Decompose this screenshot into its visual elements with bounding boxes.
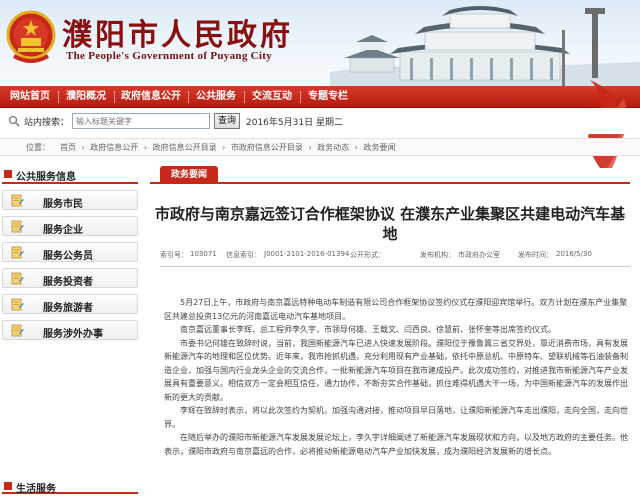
square-bullet-icon: [4, 482, 12, 490]
meta-org-label: 发布机构：: [420, 251, 455, 259]
meta-index: 103071: [190, 250, 217, 258]
site-title: 濮阳市人民政府: [62, 18, 293, 53]
document-icon: [11, 220, 24, 233]
site-subtitle: The People's Government of Puyang City: [66, 50, 273, 62]
article-meta: 索引号： 103071 信息索引： J0001-2101-2016-01394 …: [160, 250, 630, 264]
sidebar-footer-heading: 生活服务: [2, 478, 138, 495]
breadcrumb-link-catalog[interactable]: 政府信息公开目录: [153, 143, 217, 152]
breadcrumb-separator: ›: [354, 143, 358, 152]
breadcrumb-separator: ›: [81, 143, 85, 152]
nav-public-service[interactable]: 公共服务: [190, 86, 242, 108]
article-title: 市政府与南京嘉远签订合作框架协议 在濮东产业集聚区共建电动汽车基地: [154, 205, 626, 243]
breadcrumb-separator: ›: [222, 143, 226, 152]
square-bullet-icon: [4, 170, 12, 178]
nav-overview[interactable]: 濮阳概况: [60, 86, 112, 108]
search-button[interactable]: 查询: [214, 113, 240, 129]
meta-date-label: 发布时间：: [518, 251, 553, 259]
sidebar-item-label: 服务公务员: [43, 251, 93, 262]
breadcrumb-separator: ›: [308, 143, 312, 152]
sidebar-item-label: 服务市民: [43, 199, 83, 210]
article-tab-bar: 政务要闻: [150, 162, 630, 184]
meta-org: 市政府办公室: [458, 251, 500, 259]
nav-divider: [188, 91, 189, 103]
current-date: 2016年5月31日 星期二: [246, 118, 343, 128]
main-nav: 网站首页 濮阳概况 政府信息公开 公共服务 交流互动 专题专栏: [0, 86, 640, 108]
breadcrumb-link-home[interactable]: 首页: [60, 143, 76, 152]
sidebar: 公共服务信息 服务市民 服务企业 服务公务员 服务投资者 服务旅游者 服务涉外办…: [0, 162, 140, 504]
breadcrumb-link-news[interactable]: 政务要闻: [363, 143, 395, 152]
sidebar-item-citizens[interactable]: 服务市民: [2, 190, 138, 210]
document-icon: [11, 194, 24, 207]
sidebar-item-tourists[interactable]: 服务旅游者: [2, 294, 138, 314]
breadcrumb-separator: ›: [143, 143, 148, 152]
tab-news[interactable]: 政务要闻: [160, 166, 218, 184]
breadcrumb-link-affairs[interactable]: 政务动态: [317, 143, 349, 152]
search-label: 站内搜索：: [24, 118, 70, 128]
breadcrumb-link-info[interactable]: 政府信息公开: [90, 143, 138, 152]
sidebar-footer-heading-text: 生活服务: [16, 484, 56, 495]
article-paragraph: 李辉在致辞时表示，将以此次签约为契机，加强沟通对接，推动项目早日落地，让濮阳新能…: [164, 406, 628, 429]
nav-home[interactable]: 网站首页: [4, 86, 56, 108]
site-header: 濮阳市人民政府 The People's Government of Puyan…: [0, 0, 640, 86]
meta-divider: [160, 266, 630, 267]
meta-code: J0001-2101-2016-01394: [264, 250, 350, 258]
article-paragraph: 在随后举办的濮阳市新能源汽车发展发展论坛上，李久宇详细阐述了新能源汽车发展现状和…: [164, 433, 628, 456]
nav-divider: [114, 91, 115, 103]
document-icon: [11, 298, 24, 311]
meta-index-label: 索引号：: [160, 251, 188, 259]
sidebar-item-label: 服务企业: [43, 225, 83, 236]
sidebar-item-label: 服务投资者: [43, 277, 93, 288]
sidebar-item-civil-servants[interactable]: 服务公务员: [2, 242, 138, 262]
breadcrumb-items: 首页 › 政府信息公开 › 政府信息公开目录 › 市政府信息公开目录 › 政务动…: [60, 142, 398, 153]
nav-special-topics[interactable]: 专题专栏: [302, 86, 354, 108]
sidebar-heading-text: 公共服务信息: [16, 172, 76, 183]
meta-open-label: 公开形式：: [350, 251, 385, 259]
nav-interaction[interactable]: 交流互动: [246, 86, 298, 108]
meta-date: 2016/5/30: [556, 250, 592, 258]
sidebar-item-enterprises[interactable]: 服务企业: [2, 216, 138, 236]
sidebar-item-label: 服务涉外办事: [43, 329, 103, 340]
sidebar-item-foreign-affairs[interactable]: 服务涉外办事: [2, 320, 138, 340]
breadcrumb: 位置： 首页 › 政府信息公开 › 政府信息公开目录 › 市政府信息公开目录 ›…: [0, 138, 640, 156]
document-icon: [11, 246, 24, 259]
search-icon: [8, 115, 20, 127]
sidebar-item-investors[interactable]: 服务投资者: [2, 268, 138, 288]
nav-divider: [300, 91, 301, 103]
search-bar: 站内搜索： 查询 2016年5月31日 星期二: [0, 108, 640, 134]
national-emblem-icon: [6, 10, 56, 63]
meta-code-label: 信息索引：: [226, 251, 261, 259]
nav-divider: [244, 91, 245, 103]
document-icon: [11, 324, 24, 337]
breadcrumb-link-city-catalog[interactable]: 市政府信息公开目录: [231, 143, 303, 152]
article-paragraph: 5月27日上午，市政府与南京嘉远特种电动车制造有限公司合作框架协议签约仪式在濮阳…: [164, 298, 628, 321]
article-panel: 政务要闻 市政府与南京嘉远签订合作框架协议 在濮东产业集聚区共建电动汽车基地 索…: [150, 162, 640, 504]
document-icon: [11, 272, 24, 285]
search-input[interactable]: [72, 113, 210, 129]
article-paragraph: 市委书记何雄在致辞时说，当前，我国新能源汽车已进入快速发展阶段。濮阳位于豫鲁冀三…: [164, 338, 628, 402]
nav-info-disclosure[interactable]: 政府信息公开: [116, 86, 186, 108]
sidebar-heading: 公共服务信息: [2, 166, 138, 184]
article-body: 5月27日上午，市政府与南京嘉远特种电动车制造有限公司合作框架协议签约仪式在濮阳…: [164, 296, 630, 458]
article-paragraph: 南京嘉远董事长李辉、总工程师李久宇，市领导何雄、王载文、闫西良、徐慧前、张怀奎等…: [180, 325, 556, 334]
nav-divider: [58, 91, 59, 103]
breadcrumb-label: 位置：: [26, 143, 50, 152]
sidebar-item-label: 服务旅游者: [43, 303, 93, 314]
